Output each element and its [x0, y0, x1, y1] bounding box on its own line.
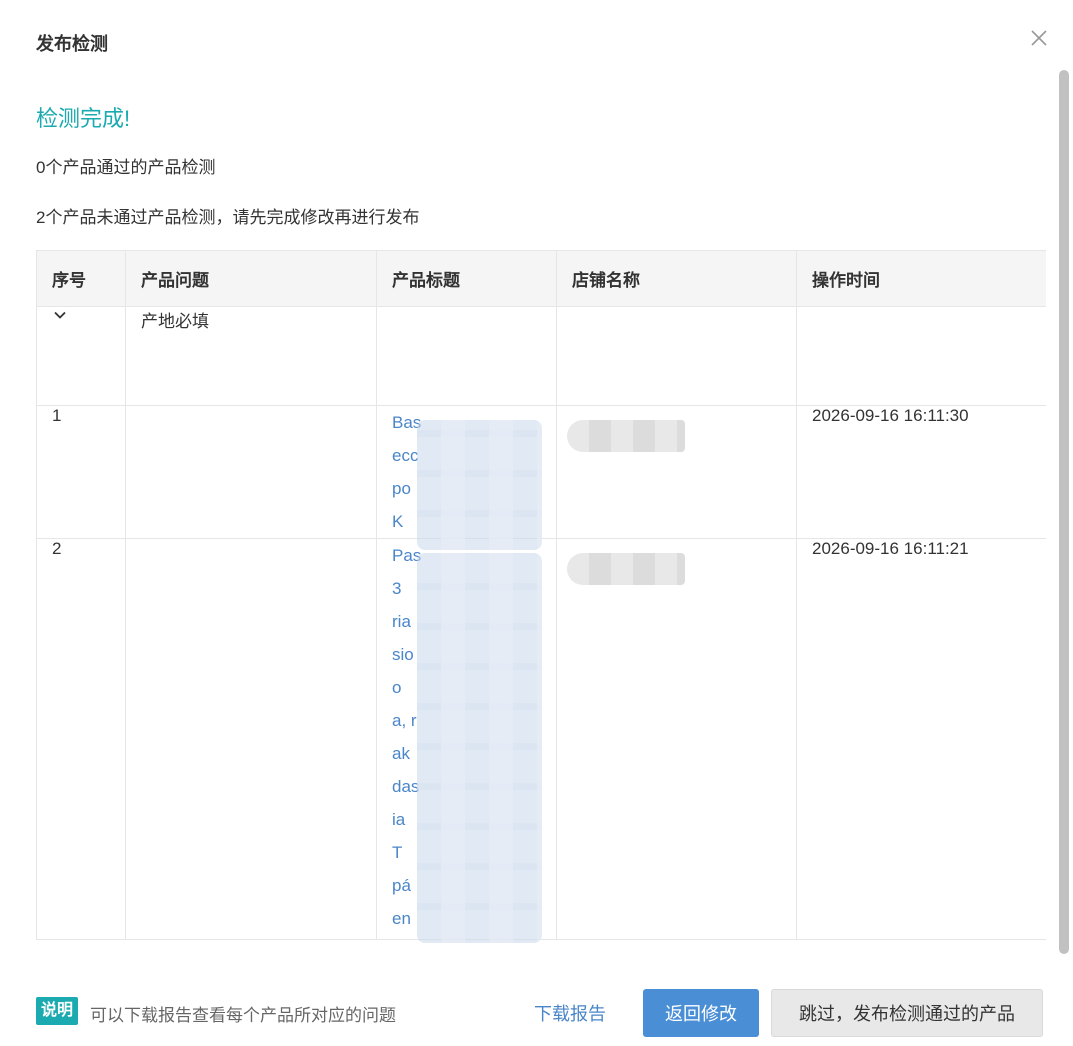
note-text: 可以下载报告查看每个产品所对应的问题 — [90, 1006, 396, 1025]
empty-cell — [796, 306, 1046, 406]
dialog-title: 发布检测 — [36, 34, 108, 54]
row-shop — [556, 405, 797, 539]
row-issue — [125, 405, 377, 539]
group-issue: 产地必填 — [125, 306, 377, 406]
redaction-mask — [567, 420, 685, 452]
empty-cell — [556, 306, 797, 406]
close-icon[interactable] — [1027, 26, 1051, 50]
row-time: 2026-09-16 16:11:21 — [796, 538, 1046, 940]
fail-summary: 2个产品未通过产品检测，请先完成修改再进行发布 — [36, 208, 420, 227]
redaction-mask — [567, 553, 685, 585]
header-time: 操作时间 — [796, 250, 1046, 307]
table-row: 2 Pas 3 ria sio o a, r ak das ia T pá en… — [36, 538, 1046, 943]
header-index: 序号 — [36, 250, 126, 307]
dialog-body: 检测完成! 0个产品通过的产品检测 2个产品未通过产品检测，请先完成修改再进行发… — [36, 96, 1046, 970]
redaction-mask — [417, 420, 542, 550]
dialog-footer: 说明 可以下载报告查看每个产品所对应的问题 下载报告 返回修改 跳过，发布检测通… — [0, 970, 1073, 1046]
empty-cell — [376, 306, 557, 406]
pass-summary: 0个产品通过的产品检测 — [36, 158, 216, 177]
publish-check-dialog: 发布检测 检测完成! 0个产品通过的产品检测 2个产品未通过产品检测，请先完成修… — [0, 0, 1073, 1046]
vertical-scrollbar[interactable] — [1059, 70, 1069, 954]
results-table: 序号 产品问题 产品标题 店铺名称 操作时间 产地必填 1 Bas ecc po… — [36, 250, 1046, 943]
row-title-cell: Pas 3 ria sio o a, r ak das ia T pá en — [376, 538, 557, 943]
header-title: 产品标题 — [376, 250, 557, 307]
header-shop: 店铺名称 — [556, 250, 797, 307]
return-edit-button[interactable]: 返回修改 — [643, 989, 759, 1037]
chevron-down-icon[interactable] — [52, 307, 68, 323]
group-toggle-cell — [36, 306, 126, 406]
redaction-mask — [417, 553, 542, 943]
row-shop — [556, 538, 797, 940]
row-issue — [125, 538, 377, 940]
check-complete-title: 检测完成! — [36, 106, 131, 131]
group-row: 产地必填 — [36, 306, 1046, 406]
row-index: 2 — [36, 538, 126, 940]
row-time: 2026-09-16 16:11:30 — [796, 405, 1046, 539]
header-issue: 产品问题 — [125, 250, 377, 307]
row-index: 1 — [36, 405, 126, 539]
row-title-cell: Bas ecc po K — [376, 405, 557, 550]
skip-publish-button[interactable]: 跳过，发布检测通过的产品 — [771, 989, 1043, 1037]
table-header-row: 序号 产品问题 产品标题 店铺名称 操作时间 — [36, 250, 1046, 307]
download-report-link[interactable]: 下载报告 — [534, 1000, 606, 1026]
note-badge: 说明 — [36, 997, 79, 1025]
table-row: 1 Bas ecc po K 2026-09-16 16:11:30 — [36, 405, 1046, 550]
